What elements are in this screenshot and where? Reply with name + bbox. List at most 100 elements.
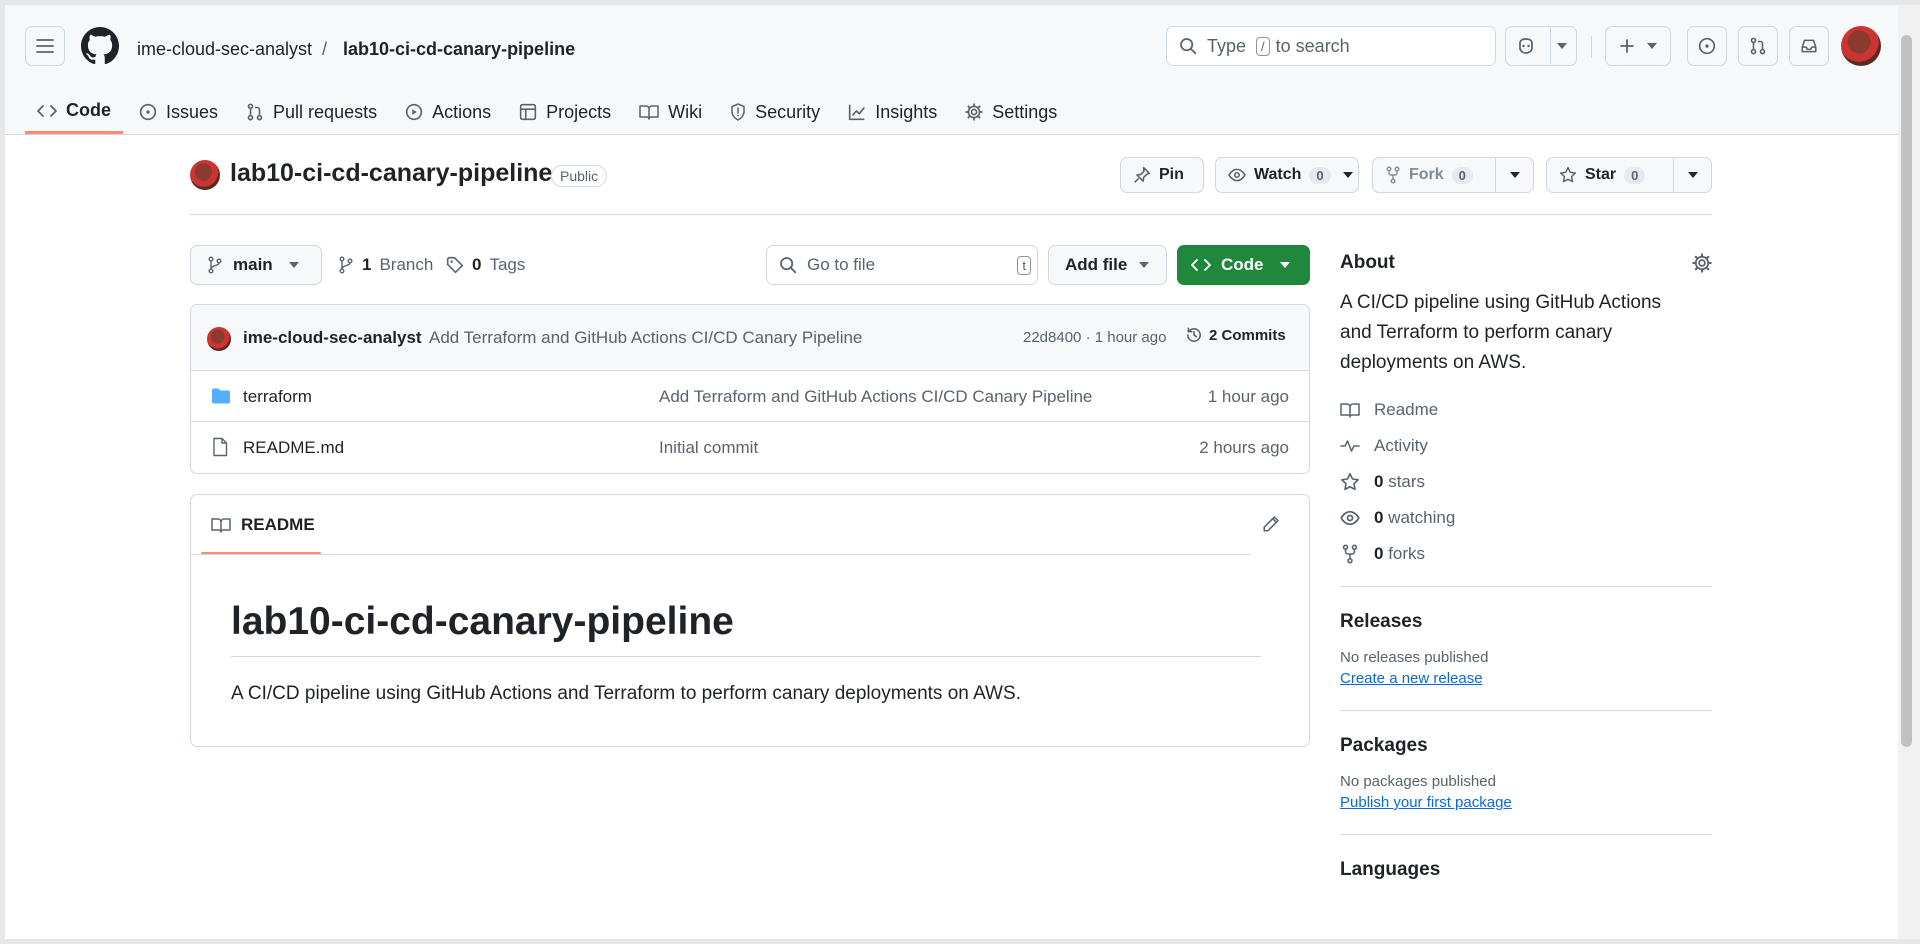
tab-label: Pull requests [273,101,378,122]
star-button[interactable]: Star 0 [1546,157,1712,193]
file-icon [213,437,228,457]
tab-label: Issues [166,101,219,122]
fork-count: 0 [1451,166,1473,184]
stars-link[interactable]: 0 stars [1340,464,1712,500]
pencil-icon[interactable] [1262,515,1280,533]
branches-count: 1 [362,255,372,274]
pulse-icon [1340,440,1360,452]
repo-nav-tabs: Code Issues Pull requests Actions Projec… [25,90,1073,136]
watching-link[interactable]: 0 watching [1340,500,1712,536]
tab-settings[interactable]: Settings [953,90,1069,134]
activity-link[interactable]: Activity [1340,428,1712,464]
fork-icon [1342,544,1358,564]
scrollbar-thumb[interactable] [1901,35,1912,747]
tab-pull-requests[interactable]: Pull requests [234,90,389,134]
commits-link[interactable]: 2 Commits [1185,326,1286,344]
file-name[interactable]: README.md [243,438,344,458]
branch-icon [339,256,353,274]
branch-name: main [233,255,273,274]
pull-requests-button[interactable] [1738,26,1778,66]
add-file-button[interactable]: Add file [1048,245,1167,285]
commit-author[interactable]: ime-cloud-sec-analyst [243,328,422,348]
forks-label: forks [1388,544,1426,563]
fork-button[interactable]: Fork 0 [1372,157,1534,193]
gear-icon[interactable] [1692,253,1712,273]
inbox-button[interactable] [1789,26,1829,66]
readme-tab-label: README [241,515,315,534]
create-new-button[interactable] [1605,26,1671,66]
watching-label: watching [1388,508,1456,527]
readme-divider [191,554,1251,555]
search-input[interactable]: Type / to search [1166,26,1496,66]
tab-issues[interactable]: Issues [127,90,230,134]
chevron-down-icon[interactable] [1342,172,1353,178]
commit-hash-time[interactable]: 22d8400 · 1 hour ago [1023,329,1166,346]
copilot-icon [1519,38,1533,54]
code-label: Code [1221,255,1264,274]
tab-code[interactable]: Code [25,90,123,134]
repo-title[interactable]: lab10-ci-cd-canary-pipeline [230,159,552,188]
chevron-down-icon [1557,43,1567,49]
breadcrumb-separator: / [322,39,328,59]
github-logo-icon[interactable] [81,27,119,65]
inbox-icon [1801,39,1817,53]
packages-title[interactable]: Packages [1340,735,1712,757]
fork-icon [1386,166,1400,184]
menu-button[interactable] [25,26,65,66]
forks-link[interactable]: 0 forks [1340,536,1712,572]
owner-avatar[interactable] [190,160,220,190]
tab-label: Security [755,101,821,122]
code-icon [37,104,57,117]
readme-link[interactable]: Readme [1340,392,1712,428]
star-dropdown[interactable] [1673,158,1711,192]
languages-title: Languages [1340,859,1441,880]
readme-link-label: Readme [1374,400,1439,419]
go-to-file-input[interactable]: Go to file t [766,245,1038,285]
file-row[interactable]: terraform Add Terraform and GitHub Actio… [191,371,1309,422]
about-title: About [1340,252,1395,273]
stars-count: 0 [1374,472,1384,491]
copilot-button[interactable] [1505,26,1577,66]
issues-button[interactable] [1687,26,1727,66]
releases-title[interactable]: Releases [1340,611,1712,633]
branch-selector[interactable]: main [190,245,322,285]
commit-message[interactable]: Add Terraform and GitHub Actions CI/CD C… [429,328,862,348]
breadcrumb-owner[interactable]: ime-cloud-sec-analyst [137,39,312,60]
file-commit-message[interactable]: Add Terraform and GitHub Actions CI/CD C… [659,387,1092,407]
branches-link[interactable]: 1 Branch [338,255,433,275]
pin-button[interactable]: Pin [1120,157,1204,193]
branch-icon [208,256,222,274]
publish-package-link[interactable]: Publish your first package [1340,794,1512,811]
code-button[interactable]: Code [1177,245,1310,285]
about-description: A CI/CD pipeline using GitHub Actions an… [1340,292,1662,373]
book-icon [639,105,659,120]
file-name[interactable]: terraform [243,387,312,407]
chevron-down-icon [1139,262,1150,268]
header-divider [1591,36,1592,58]
latest-commit-bar: ime-cloud-sec-analyst Add Terraform and … [191,305,1309,371]
hamburger-icon [36,39,54,53]
folder-icon [212,388,230,404]
pull-request-icon [247,103,263,121]
user-avatar[interactable] [1841,26,1881,66]
readme-tab[interactable]: README [201,495,325,555]
create-release-link[interactable]: Create a new release [1340,670,1483,687]
tab-actions[interactable]: Actions [393,90,503,134]
star-count: 0 [1624,166,1646,184]
watch-button[interactable]: Watch 0 [1215,157,1359,193]
tab-projects[interactable]: Projects [507,90,623,134]
breadcrumb-repo[interactable]: lab10-ci-cd-canary-pipeline [343,39,575,60]
file-commit-message[interactable]: Initial commit [659,438,758,458]
activity-link-label: Activity [1374,436,1428,455]
pin-label: Pin [1159,166,1184,183]
commit-author-avatar[interactable] [207,327,231,351]
tab-security[interactable]: Security [718,90,832,134]
tab-insights[interactable]: Insights [836,90,949,134]
tags-link[interactable]: 0 Tags [446,255,525,275]
tab-label: Code [66,100,111,120]
book-icon [1340,403,1360,418]
file-row[interactable]: README.md Initial commit 2 hours ago [191,422,1309,473]
fork-dropdown[interactable] [1495,158,1533,192]
tags-label: Tags [489,255,526,274]
tab-wiki[interactable]: Wiki [627,90,714,134]
